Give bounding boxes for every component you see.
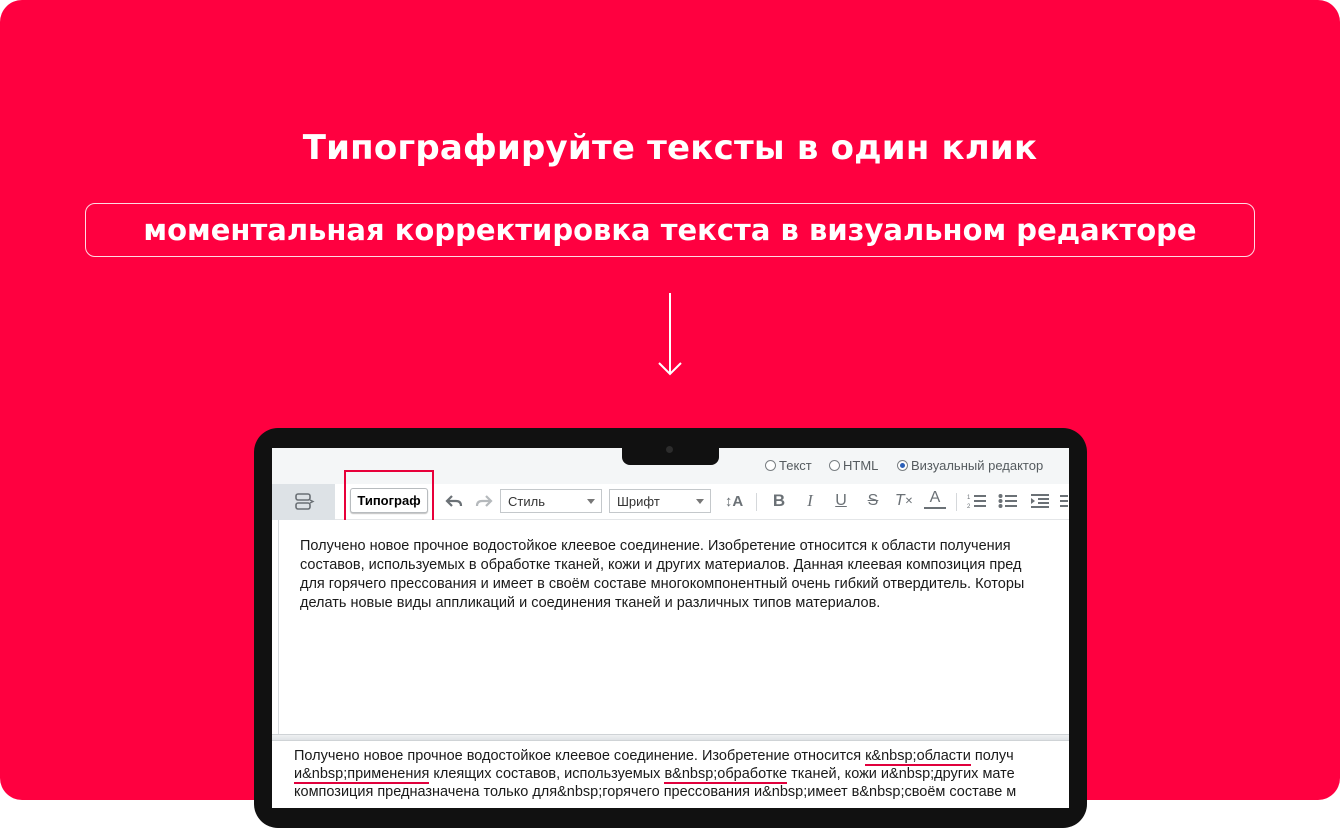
svg-text:1: 1 xyxy=(967,495,971,501)
text-line: Получено новое прочное водостойкое клеев… xyxy=(294,747,1069,766)
highlighted-fragment: и&nbsp;применения xyxy=(294,766,430,784)
toolbar-toggle-icon xyxy=(294,493,315,510)
down-arrow-icon xyxy=(658,293,682,376)
text-line: Получено новое прочное водостойкое клеев… xyxy=(300,538,1011,554)
svg-text:2: 2 xyxy=(967,504,971,509)
italic-icon[interactable]: I xyxy=(799,489,821,513)
radio-icon xyxy=(829,460,840,471)
text-color-icon[interactable]: A xyxy=(924,489,946,509)
visual-editor-area[interactable]: Получено новое прочное водостойкое клеев… xyxy=(278,520,1069,734)
headline: Типографируйте тексты в один клик xyxy=(302,128,1038,168)
radio-icon xyxy=(765,460,776,471)
mode-text-label: Текст xyxy=(779,458,812,473)
radio-checked-icon xyxy=(897,460,908,471)
highlighted-fragment: к&nbsp;области xyxy=(865,748,971,766)
text-fragment: тканей, кожи и&nbsp;других мате xyxy=(787,766,1015,782)
toolbar-separator xyxy=(956,493,957,511)
text-line: делать новые виды аппликаций и соединени… xyxy=(300,595,881,611)
chevron-down-icon xyxy=(696,499,704,504)
text-fragment: получ xyxy=(970,748,1014,764)
style-select[interactable]: Стиль xyxy=(500,489,602,513)
strikethrough-icon[interactable]: S xyxy=(862,489,884,513)
subtitle-box: моментальная корректировка текста в визу… xyxy=(85,203,1255,257)
text-line: составов, используемых в обработке ткане… xyxy=(300,557,1022,573)
redo-icon[interactable] xyxy=(472,489,496,513)
style-select-value: Стиль xyxy=(508,493,545,509)
camera-icon xyxy=(666,446,673,453)
unordered-list-icon[interactable] xyxy=(996,489,1020,513)
more-icon[interactable] xyxy=(1059,489,1069,513)
undo-icon[interactable] xyxy=(442,489,466,513)
typografed-text: Получено новое прочное водостойкое клеев… xyxy=(294,747,1069,801)
resize-divider[interactable] xyxy=(272,734,1069,741)
text-line: для горячего прессования и имеет в своём… xyxy=(300,576,1025,592)
underline-icon[interactable]: U xyxy=(830,489,852,513)
indent-icon[interactable] xyxy=(1028,489,1052,513)
text-line: композиция предназначена только для&nbsp… xyxy=(294,784,1017,800)
mode-text-radio[interactable]: Текст xyxy=(765,458,812,473)
mode-html-label: HTML xyxy=(843,458,879,473)
mode-visual-radio[interactable]: Визуальный редактор xyxy=(897,458,1043,473)
toolbar-separator xyxy=(756,493,757,511)
highlighted-fragment: в&nbsp;обработке xyxy=(664,766,788,784)
chevron-down-icon xyxy=(587,499,595,504)
typografed-output: Получено новое прочное водостойкое клеев… xyxy=(272,741,1069,808)
mode-visual-label: Визуальный редактор xyxy=(911,458,1044,473)
ordered-list-icon[interactable]: 12 xyxy=(965,489,989,513)
toolbar-toggle-button[interactable] xyxy=(272,484,335,520)
text-fragment: Получено новое прочное водостойкое клеев… xyxy=(294,748,866,764)
mode-html-radio[interactable]: HTML xyxy=(829,458,878,473)
text-line: и&nbsp;применения клеящих составов, испо… xyxy=(294,765,1069,784)
font-select-value: Шрифт xyxy=(617,493,660,509)
clear-format-icon[interactable]: T ✕ xyxy=(892,489,916,513)
laptop-screen: Текст HTML Визуальный редактор Типограф xyxy=(272,448,1069,808)
visual-editor-text: Получено новое прочное водостойкое клеев… xyxy=(300,537,1069,613)
editor-toolbar: Типограф Стиль Шрифт ↕A B I U S T ✕ A 12 xyxy=(272,470,1069,525)
text-fragment: клеящих составов, используемых xyxy=(429,766,665,782)
font-size-icon[interactable]: ↕A xyxy=(721,489,747,513)
font-select[interactable]: Шрифт xyxy=(609,489,711,513)
bold-icon[interactable]: B xyxy=(768,489,790,513)
subtitle: моментальная корректировка текста в визу… xyxy=(143,213,1197,247)
typograf-button[interactable]: Типограф xyxy=(350,488,428,513)
